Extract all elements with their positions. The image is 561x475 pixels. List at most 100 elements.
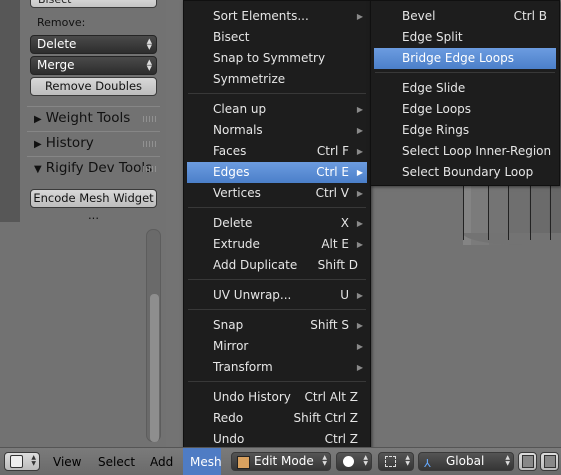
editor-type-button[interactable]: ▲ ▼ bbox=[4, 452, 40, 471]
panel-rigify-label: Rigify Dev Tools bbox=[45, 160, 153, 176]
menu-item-label: Redo bbox=[213, 411, 244, 425]
layer-button[interactable] bbox=[518, 452, 537, 471]
layer-cube-icon bbox=[522, 455, 534, 468]
menu-item-uv-unwrap[interactable]: UV Unwrap... U ▶ bbox=[187, 285, 367, 306]
menu-item-vertices[interactable]: Vertices Ctrl V ▶ bbox=[187, 183, 367, 204]
tool-shelf: Bisect Remove: Delete ▲▼ Merge ▲▼ Remove… bbox=[0, 0, 166, 447]
menu-item-label: UV Unwrap... bbox=[213, 288, 292, 302]
menu-item-snap-to-symmetry[interactable]: Snap to Symmetry bbox=[187, 48, 367, 69]
panel-weight-tools-label: Weight Tools bbox=[45, 110, 131, 126]
menu-item-label: Add Duplicate bbox=[213, 258, 298, 272]
menu-separator bbox=[188, 93, 366, 94]
spinner-icon: ▲ ▼ bbox=[146, 58, 152, 72]
collapse-triangle-icon: ▼ bbox=[34, 164, 42, 175]
menu-item-edge-slide[interactable]: Edge Slide bbox=[374, 78, 556, 99]
menu-item-label: Transform bbox=[213, 360, 273, 374]
menu-item-shortcut: Shift D bbox=[317, 258, 358, 272]
mesh-menu-button[interactable]: Mesh bbox=[183, 448, 222, 475]
bisect-button[interactable]: Bisect bbox=[30, 0, 157, 8]
menu-separator bbox=[188, 381, 366, 382]
menu-item-symmetrize[interactable]: Symmetrize bbox=[187, 69, 367, 90]
expand-triangle-icon: ▶ bbox=[34, 139, 42, 150]
menu-item-label: Bevel bbox=[402, 9, 436, 23]
menu-item-undo-history[interactable]: Undo History Ctrl Alt Z bbox=[187, 387, 367, 408]
menu-item-transform[interactable]: Transform ▶ bbox=[187, 357, 367, 378]
drag-grip-icon[interactable] bbox=[143, 166, 157, 172]
remove-doubles-button[interactable]: Remove Doubles bbox=[30, 77, 157, 96]
add-menu[interactable]: Add bbox=[150, 455, 173, 469]
shading-selector[interactable]: ▲ ▼ bbox=[336, 452, 372, 471]
menu-item-edge-loops[interactable]: Edge Loops bbox=[374, 99, 556, 120]
menu-item-normals[interactable]: Normals ▶ bbox=[187, 120, 367, 141]
menu-item-shortcut: Shift S bbox=[310, 318, 349, 332]
menu-item-mirror[interactable]: Mirror ▶ bbox=[187, 336, 367, 357]
menu-item-label: Delete bbox=[213, 216, 253, 230]
menu-item-label: Edge Slide bbox=[402, 81, 466, 95]
menu-item-add-duplicate[interactable]: Add Duplicate Shift D bbox=[187, 255, 367, 276]
panel-rigify-dev-tools[interactable]: ▼ Rigify Dev Tools bbox=[27, 156, 160, 179]
submenu-arrow-icon: ▶ bbox=[356, 126, 363, 135]
panel-weight-tools[interactable]: ▶ Weight Tools bbox=[27, 106, 160, 129]
mode-label: Edit Mode bbox=[254, 454, 314, 468]
layer-button[interactable] bbox=[540, 452, 559, 471]
submenu-arrow-icon: ▶ bbox=[356, 168, 363, 177]
menu-item-label: Normals bbox=[213, 123, 263, 137]
menu-item-snap[interactable]: Snap Shift S ▶ bbox=[187, 315, 367, 336]
shelf-tab-strip[interactable] bbox=[0, 0, 20, 222]
menu-item-select-loop-inner-region[interactable]: Select Loop Inner-Region bbox=[374, 141, 556, 162]
drag-grip-icon[interactable] bbox=[143, 141, 157, 147]
orientation-selector[interactable]: ⅄ Global ▲ ▼ bbox=[418, 452, 514, 471]
menu-item-redo[interactable]: Redo Shift Ctrl Z bbox=[187, 408, 367, 429]
menu-item-shortcut: Ctrl B bbox=[513, 9, 547, 23]
mode-selector[interactable]: Edit Mode ▲ ▼ bbox=[231, 452, 331, 471]
menu-item-bisect[interactable]: Bisect bbox=[187, 27, 367, 48]
menu-item-bevel[interactable]: Bevel Ctrl B bbox=[374, 6, 556, 27]
scrollbar-thumb[interactable] bbox=[150, 294, 159, 442]
menu-item-shortcut: X bbox=[340, 216, 349, 230]
menu-item-edge-split[interactable]: Edge Split bbox=[374, 27, 556, 48]
menu-item-extrude[interactable]: Extrude Alt E ▶ bbox=[187, 234, 367, 255]
submenu-arrow-icon: ▶ bbox=[356, 321, 363, 330]
menu-item-label: Undo History bbox=[213, 390, 291, 404]
select-menu[interactable]: Select bbox=[98, 455, 135, 469]
menu-item-label: Bisect bbox=[213, 30, 250, 44]
spinner-icon: ▲ ▼ bbox=[363, 454, 368, 467]
menu-separator bbox=[188, 279, 366, 280]
submenu-arrow-icon: ▶ bbox=[356, 12, 363, 21]
delete-dropdown[interactable]: Delete ▲ ▼ bbox=[30, 35, 157, 54]
menu-item-label: Edges bbox=[213, 165, 250, 179]
edges-submenu: Bevel Ctrl B Edge Split Bridge Edge Loops Ed… bbox=[370, 0, 560, 186]
spinner-icon: ▲ ▼ bbox=[31, 454, 36, 467]
submenu-arrow-icon: ▶ bbox=[356, 105, 363, 114]
menu-item-label: Symmetrize bbox=[213, 72, 286, 86]
menu-item-faces[interactable]: Faces Ctrl F ▶ bbox=[187, 141, 367, 162]
encode-mesh-widget-button[interactable]: Encode Mesh Widget ... bbox=[30, 189, 157, 222]
menu-item-label: Edge Loops bbox=[402, 102, 472, 116]
merge-dropdown-label: Merge bbox=[37, 58, 75, 72]
submenu-arrow-icon: ▶ bbox=[356, 342, 363, 351]
menu-item-label: Bridge Edge Loops bbox=[402, 51, 514, 65]
menu-item-edges[interactable]: Edges Ctrl E ▶ bbox=[187, 162, 367, 183]
delete-dropdown-label: Delete bbox=[37, 37, 77, 51]
menu-item-clean-up[interactable]: Clean up ▶ bbox=[187, 99, 367, 120]
spinner-icon: ▲ ▼ bbox=[405, 454, 410, 467]
menu-item-label: Mirror bbox=[213, 339, 249, 353]
view-menu[interactable]: View bbox=[53, 455, 81, 469]
menu-item-edge-rings[interactable]: Edge Rings bbox=[374, 120, 556, 141]
submenu-arrow-icon: ▶ bbox=[356, 219, 363, 228]
menu-item-bridge-edge-loops[interactable]: Bridge Edge Loops bbox=[374, 48, 556, 69]
panel-history[interactable]: ▶ History bbox=[27, 131, 160, 154]
menu-item-delete[interactable]: Delete X ▶ bbox=[187, 213, 367, 234]
mesh-menu: Sort Elements... ▶ Bisect Snap to Symmetry S… bbox=[183, 0, 371, 455]
menu-separator bbox=[375, 72, 555, 73]
menu-item-select-boundary-loop[interactable]: Select Boundary Loop bbox=[374, 162, 556, 183]
pivot-selector[interactable]: ▲ ▼ bbox=[378, 452, 414, 471]
menu-item-label: Snap bbox=[213, 318, 244, 332]
menu-item-shortcut: Ctrl V bbox=[315, 186, 349, 200]
submenu-arrow-icon: ▶ bbox=[356, 240, 363, 249]
drag-grip-icon[interactable] bbox=[143, 116, 157, 122]
menu-item-sort-elements[interactable]: Sort Elements... ▶ bbox=[187, 6, 367, 27]
spinner-icon: ▲ ▼ bbox=[146, 37, 152, 51]
merge-dropdown[interactable]: Merge ▲ ▼ bbox=[30, 56, 157, 75]
header-bar: ▲ ▼ View Select Add Mesh Edit Mode ▲ ▼ ▲ ▼ … bbox=[0, 447, 561, 475]
